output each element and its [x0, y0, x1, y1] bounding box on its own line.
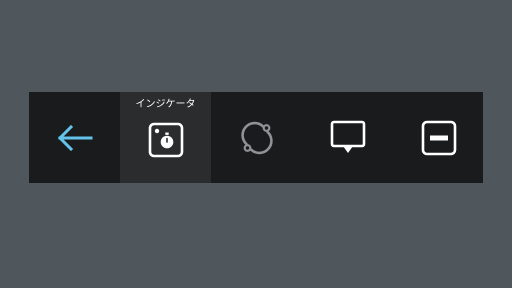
display-button[interactable]: [302, 92, 393, 183]
back-button[interactable]: [29, 92, 120, 183]
stopwatch-icon: [148, 122, 184, 158]
sync-button[interactable]: [211, 92, 302, 183]
toolbar: インジケータ: [29, 92, 483, 183]
indicator-label: インジケータ: [135, 99, 196, 110]
arrow-left-icon: [56, 124, 94, 152]
minimize-icon: [421, 120, 457, 156]
sync-icon: [239, 120, 275, 156]
monitor-icon: [330, 120, 366, 156]
minimize-button[interactable]: [393, 92, 484, 183]
indicator-button[interactable]: インジケータ: [120, 92, 211, 183]
